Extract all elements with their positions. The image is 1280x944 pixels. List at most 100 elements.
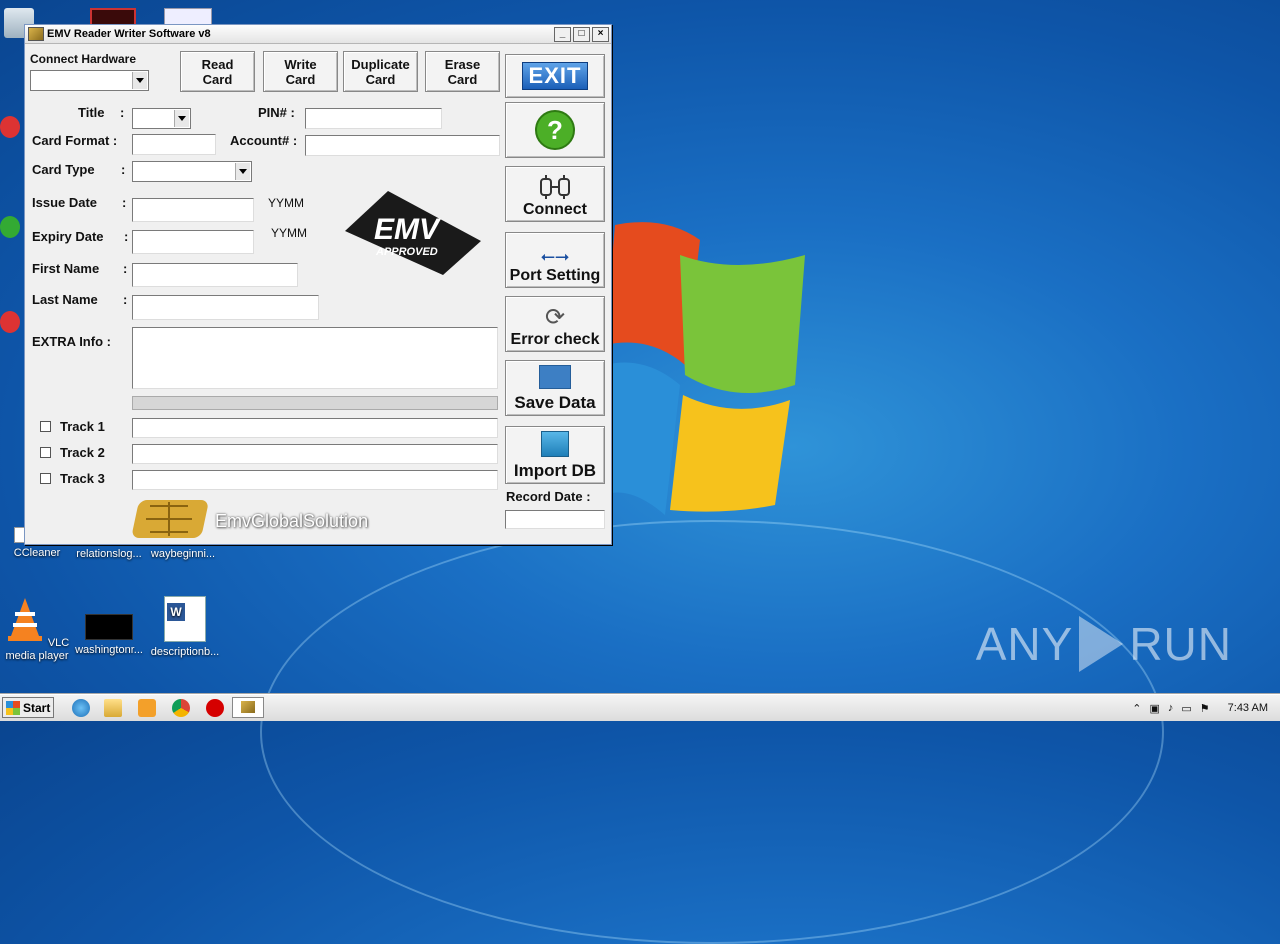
clock[interactable]: 7:43 AM	[1228, 702, 1268, 714]
plug-connector-icon	[540, 175, 570, 199]
progress-bar	[132, 396, 498, 410]
emv-app-taskbar-icon	[241, 701, 255, 713]
last-name-input[interactable]	[132, 295, 319, 320]
help-button[interactable]: ?	[505, 102, 605, 158]
anyrun-watermark: ANY RUN	[976, 616, 1232, 672]
desktop-icon-relationslog[interactable]: relationslog...	[74, 548, 144, 561]
emv-approved-logo: EMV APPROVED	[345, 191, 481, 275]
desktop-icon-label: CCleaner	[13, 547, 61, 559]
first-name-label: First Name	[32, 261, 100, 276]
save-data-button[interactable]: Save Data	[505, 360, 605, 416]
exit-button[interactable]: EXIT	[505, 54, 605, 98]
import-db-label: Import DB	[513, 461, 597, 480]
erase-card-button[interactable]: Erase Card	[425, 51, 500, 92]
recycle-bin-icon[interactable]	[0, 8, 34, 48]
chevron-down-icon[interactable]	[132, 72, 147, 89]
volume-icon[interactable]: ♪	[1168, 702, 1174, 714]
issue-date-label: Issue Date	[32, 195, 98, 210]
track2-input[interactable]	[132, 444, 498, 464]
desktop-icon-washington[interactable]: washingtonr...	[74, 614, 144, 657]
system-tray: ⌃ ▣ ♪ ▭ ⚑ 7:43 AM	[1132, 695, 1280, 721]
connect-button[interactable]: Connect	[505, 166, 605, 222]
windows-logo	[605, 222, 805, 515]
card-format-input[interactable]	[132, 134, 216, 155]
port-setting-button[interactable]: ⭠⭢ Port Setting	[505, 232, 605, 288]
chrome-icon[interactable]	[172, 699, 190, 717]
pin-input[interactable]	[305, 108, 442, 129]
chip-icon	[132, 500, 208, 538]
last-name-colon: :	[123, 292, 128, 307]
title-bar[interactable]: EMV Reader Writer Software v8 _ □ ×	[25, 25, 611, 44]
error-check-label: Error check	[510, 331, 600, 348]
track3-input[interactable]	[132, 470, 498, 490]
network-icon[interactable]: ▣	[1149, 702, 1159, 715]
track2-label: Track 2	[60, 445, 105, 460]
desktop-icon-label: washingtonr...	[75, 644, 143, 656]
card-format-label: Card Format :	[32, 133, 118, 148]
write-card-button[interactable]: Write Card	[263, 51, 338, 92]
start-label: Start	[23, 700, 51, 715]
emv-logo-text: EMV	[374, 213, 442, 246]
track3-label: Track 3	[60, 471, 105, 486]
help-question-icon: ?	[535, 110, 575, 150]
close-button[interactable]: ×	[592, 26, 609, 42]
error-check-button[interactable]: ⟳ Error check	[505, 296, 605, 352]
desktop-edge-icon-2[interactable]	[0, 210, 24, 250]
file-explorer-icon[interactable]	[104, 699, 122, 717]
first-name-colon: :	[123, 261, 128, 276]
media-player-icon[interactable]	[138, 699, 156, 717]
track3-checkbox[interactable]	[40, 473, 51, 484]
desktop-edge-icon-1[interactable]	[0, 110, 24, 150]
track1-checkbox[interactable]	[40, 421, 51, 432]
track1-input[interactable]	[132, 418, 498, 438]
account-input[interactable]	[305, 135, 500, 156]
record-date-label: Record Date :	[506, 489, 591, 504]
brand-name: EmvGlobalSolution	[215, 511, 369, 531]
desktop-edge-icon-3[interactable]	[0, 305, 24, 345]
card-type-label: Card Type	[32, 162, 95, 177]
maximize-button[interactable]: □	[573, 26, 590, 42]
connect-label: Connect	[523, 201, 587, 218]
extra-info-textarea[interactable]	[132, 327, 498, 389]
watermark-right: RUN	[1129, 618, 1232, 670]
expiry-date-input[interactable]	[132, 230, 254, 254]
opera-icon[interactable]	[206, 699, 224, 717]
show-hidden-icons-icon[interactable]: ⌃	[1132, 702, 1141, 715]
window-title: EMV Reader Writer Software v8	[47, 28, 211, 40]
exit-label: EXIT	[521, 62, 589, 90]
connect-hardware-select[interactable]	[30, 70, 149, 91]
title-label: Title	[78, 105, 105, 120]
taskbar-emv-app[interactable]	[232, 697, 264, 718]
internet-explorer-icon[interactable]	[72, 699, 90, 717]
vlc-cone-icon	[7, 598, 42, 641]
desktop-icon-waybeginni[interactable]: waybeginni...	[148, 548, 218, 561]
track2-checkbox[interactable]	[40, 447, 51, 458]
usb-icon: ⭠⭢	[540, 246, 570, 266]
taskbar: Start ⌃ ▣ ♪ ▭ ⚑ 7:43 AM	[0, 694, 1280, 721]
read-card-button[interactable]: Read Card	[180, 51, 255, 92]
battery-icon[interactable]: ▭	[1181, 702, 1191, 715]
port-setting-label: Port Setting	[509, 267, 601, 284]
issue-date-format-hint: YYMM	[268, 196, 304, 210]
issue-date-input[interactable]	[132, 198, 254, 222]
chevron-down-icon[interactable]	[235, 163, 250, 180]
import-db-button[interactable]: Import DB	[505, 426, 605, 484]
last-name-label: Last Name	[32, 292, 98, 307]
issue-date-colon: :	[122, 195, 127, 210]
minimize-button[interactable]: _	[554, 26, 571, 42]
account-label: Account# :	[230, 133, 298, 148]
title-select[interactable]	[132, 108, 191, 129]
save-data-label: Save Data	[514, 393, 596, 412]
chevron-down-icon[interactable]	[174, 110, 189, 127]
card-type-select[interactable]	[132, 161, 252, 182]
pin-label: PIN# :	[258, 105, 295, 120]
start-button[interactable]: Start	[2, 697, 54, 718]
desktop-icon-description[interactable]: W descriptionb...	[150, 596, 220, 659]
action-center-flag-icon[interactable]: ⚑	[1200, 702, 1210, 715]
first-name-input[interactable]	[132, 263, 298, 287]
record-date-input[interactable]	[505, 510, 605, 529]
duplicate-card-button[interactable]: Duplicate Card	[343, 51, 418, 92]
desktop-icon-vlc[interactable]: VLC media player	[2, 596, 72, 663]
expiry-date-colon: :	[124, 229, 129, 244]
watermark-left: ANY	[975, 618, 1074, 670]
